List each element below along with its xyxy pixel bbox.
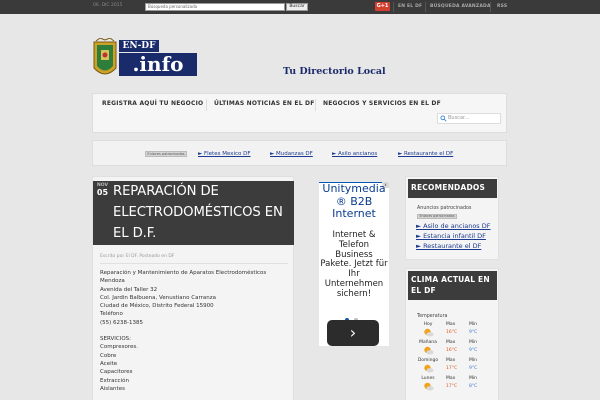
article-title[interactable]: REPARACIÓN DE ELECTRODOMÉSTICOS EN EL D.… [93,181,293,244]
body-line: Ciudad de México, Distrito Federal 15900 [100,303,214,310]
sidebar-heading: CLIMA ACTUAL EN EL DF [408,271,497,300]
body-line: Avenida del Taller 32 [100,286,158,293]
logo-text-bottom: .info [119,53,197,76]
sponsored-link[interactable]: ► Asilo de ancianos DF [416,222,491,230]
max-temperature: 17°C [446,366,458,371]
search-placeholder: Búsqueda personalizada [148,4,198,9]
weather-row: Mañana Max Min 16°C 9°C [417,340,497,358]
top-link-rss[interactable]: RSS [497,4,507,9]
services-line: SERVICIOS: [100,336,132,343]
mexico-city-crest-icon [93,38,117,75]
sponsored-link[interactable]: ► Estancia infantil DF [416,232,486,240]
search-placeholder: Buscar... [448,115,470,121]
min-temperature: 9°C [469,366,478,371]
sunny-cloud-icon [424,382,434,391]
sunny-cloud-icon [424,364,434,373]
ad-choices-label[interactable]: Enlaces patrocinados [417,214,457,219]
nav-ultimas-noticias[interactable]: ÚLTIMAS NOTICIAS EN EL DF [214,100,315,107]
google-search-input[interactable]: Búsqueda personalizada [145,3,285,11]
min-temperature: 8°C [469,384,478,389]
top-link-en-el-df[interactable]: EN EL DF [398,4,422,9]
divider [315,99,316,111]
article-body: Reparación y Mantenimiento de Aparatos E… [100,269,290,393]
divider [393,2,394,12]
body-line: Col. Jardin Balbuena, Venustiano Carranz… [100,294,216,301]
max-label: Max [446,358,456,363]
services-line: Capacitores [100,369,133,376]
min-label: Min [469,322,477,327]
logo-text-top: EN-DF [119,40,159,52]
sponsored-label: Anuncios patrocinados [417,206,472,211]
weather-day: Mañana [419,340,437,345]
ad-link[interactable]: ► Restaurante el DF [398,151,453,157]
max-temperature: 16°C [446,348,458,353]
min-temperature: 9°C [469,330,478,335]
max-temperature: 16°C [446,330,458,335]
sponsored-link[interactable]: ► Restaurante el DF [416,242,481,250]
sidebar-heading: RECOMENDADOS [408,179,497,198]
weather-day: Hoy [423,322,433,327]
sunny-cloud-icon [424,346,434,355]
divider [425,2,426,12]
article-byline: Escrito por El DF. Posteado en DF [100,254,175,259]
search-icon [440,115,447,122]
sunny-cloud-icon [424,328,434,337]
site-logo[interactable]: EN-DF .info [92,38,197,80]
ad-link[interactable]: ► Fletes Mexico DF [198,151,251,157]
ad-link[interactable]: ► Mudanzas DF [270,151,313,157]
max-label: Max [446,340,456,345]
weather-day: Lunes [421,376,435,381]
site-search-input[interactable]: Buscar... [437,113,501,124]
current-date: 06. DIC 2015 [93,3,123,8]
site-tagline: Tu Directorio Local [283,66,386,77]
weather-row: Domingo Max Min 17°C 9°C [417,358,497,376]
services-line: Aceite [100,360,118,367]
min-temperature: 9°C [469,348,478,353]
services-line: Cobre [100,352,117,359]
min-label: Min [469,340,477,345]
weather-row: Hoy Max Min 16°C 9°C [417,322,497,340]
sidebar-weather: CLIMA ACTUAL EN EL DF Temperatura Hoy Max… [405,268,499,400]
nav-registra-negocio[interactable]: REGISTRA AQUÍ TU NEGOCIO [102,100,203,107]
services-line: Extracción [100,377,129,384]
body-line: (55) 6238-1385 [100,319,144,326]
services-line: Compresores. [100,344,138,351]
search-button[interactable]: Buscar [286,3,308,11]
sidebar-recomendados: RECOMENDADOS Anuncios patrocinados Enlac… [405,176,499,260]
min-label: Min [469,358,477,363]
top-bar: 06. DIC 2015 Búsqueda personalizada Busc… [0,0,600,14]
services-line: Aislantes [100,385,125,392]
divider [100,263,288,264]
weather-row: Lunes Max Min 17°C 8°C [417,376,497,394]
google-plus-button[interactable]: G+1 [375,2,390,11]
max-label: Max [446,322,456,327]
max-label: Max [446,376,456,381]
body-line: Teléfono [100,311,123,318]
min-label: Min [469,376,477,381]
divider [206,99,207,111]
display-ad[interactable]: x Unitymedia ® B2B Internet Internet & T… [319,182,389,346]
body-line: Mendoza [100,278,125,285]
ad-headline[interactable]: Unitymedia ® B2B Internet [319,182,389,221]
nav-negocios-servicios[interactable]: NEGOCIOS Y SERVICIOS EN EL DF [323,100,441,107]
divider [490,2,491,12]
sponsored-links-bar: Enlaces patrocinados ► Fletes Mexico DF … [92,140,507,166]
max-temperature: 17°C [446,384,458,389]
ad-next-arrow-icon[interactable]: › [327,320,379,346]
ad-link[interactable]: ► Asilo ancianos [332,151,377,157]
article: NOV 05 REPARACIÓN DE ELECTRODOMÉSTICOS E… [92,176,294,400]
main-nav: REGISTRA AQUÍ TU NEGOCIO ÚLTIMAS NOTICIA… [92,93,507,133]
body-line: Reparación y Mantenimiento de Aparatos E… [100,270,267,276]
ad-choices-label[interactable]: Enlaces patrocinados [145,151,187,157]
top-link-busqueda-avanzada[interactable]: BÚSQUEDA AVANZADA [430,4,491,9]
ad-body: Internet & Telefon Business Pakete. Jetz… [320,230,388,299]
weather-day: Domingo [417,358,439,363]
temperature-label: Temperatura [417,314,448,319]
